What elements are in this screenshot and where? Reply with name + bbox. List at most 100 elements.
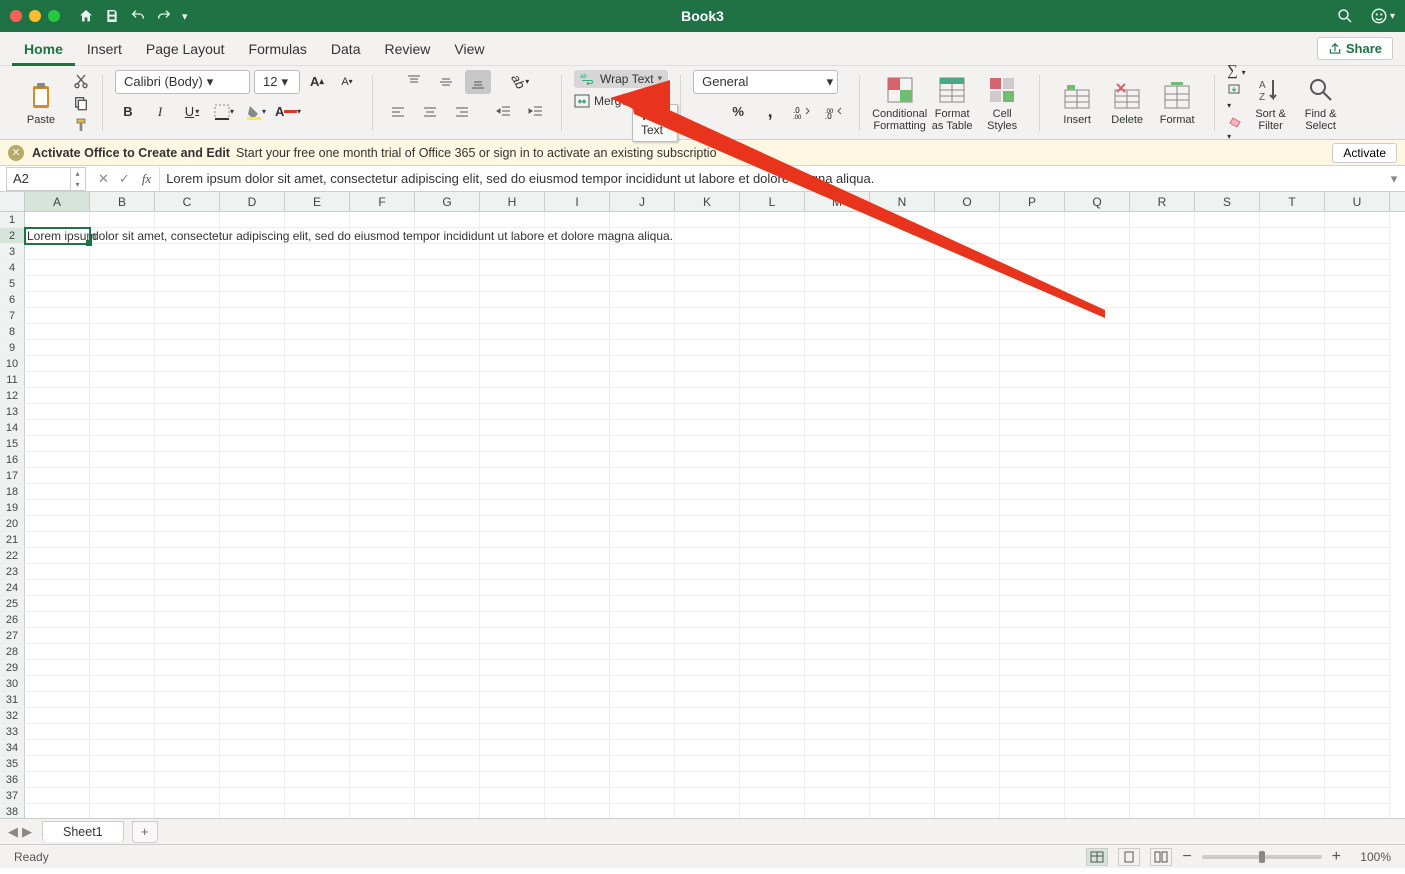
cell[interactable] [675, 324, 740, 340]
cell[interactable] [1195, 660, 1260, 676]
cell[interactable] [1065, 804, 1130, 818]
cell[interactable] [1260, 548, 1325, 564]
cell[interactable] [1325, 500, 1390, 516]
align-middle-icon[interactable] [433, 70, 459, 94]
cell[interactable] [155, 244, 220, 260]
cell[interactable] [220, 372, 285, 388]
italic-button[interactable]: I [147, 100, 173, 124]
cell[interactable] [870, 676, 935, 692]
cell[interactable] [90, 356, 155, 372]
cell[interactable] [675, 612, 740, 628]
cell[interactable] [350, 356, 415, 372]
cell[interactable] [415, 500, 480, 516]
cell[interactable] [610, 308, 675, 324]
cell[interactable] [805, 372, 870, 388]
cell[interactable] [480, 516, 545, 532]
cell[interactable] [155, 692, 220, 708]
cell[interactable] [25, 740, 90, 756]
cell[interactable] [1195, 516, 1260, 532]
cell[interactable] [350, 436, 415, 452]
cell[interactable] [220, 692, 285, 708]
cell[interactable] [1325, 356, 1390, 372]
cell[interactable] [1260, 708, 1325, 724]
cell[interactable] [1325, 724, 1390, 740]
cell[interactable] [220, 420, 285, 436]
cell[interactable] [285, 564, 350, 580]
cell[interactable] [1000, 596, 1065, 612]
cell[interactable] [415, 452, 480, 468]
cell[interactable] [1325, 292, 1390, 308]
cell[interactable] [870, 548, 935, 564]
cell[interactable] [155, 676, 220, 692]
cell[interactable] [935, 228, 1000, 244]
row-header[interactable]: 28 [0, 644, 25, 660]
cell[interactable] [415, 596, 480, 612]
cell[interactable] [1065, 644, 1130, 660]
cell[interactable] [1260, 356, 1325, 372]
cell[interactable] [285, 660, 350, 676]
cell[interactable] [90, 756, 155, 772]
cell[interactable] [1000, 228, 1065, 244]
cell[interactable] [350, 260, 415, 276]
cell[interactable] [155, 292, 220, 308]
cell[interactable] [480, 308, 545, 324]
cell[interactable] [870, 772, 935, 788]
cell[interactable] [1260, 788, 1325, 804]
cell[interactable] [1260, 532, 1325, 548]
cell[interactable] [350, 324, 415, 340]
cell[interactable] [935, 804, 1000, 818]
cell[interactable] [1195, 692, 1260, 708]
cell[interactable] [25, 628, 90, 644]
cell[interactable] [1130, 724, 1195, 740]
cell[interactable] [1065, 676, 1130, 692]
cell[interactable] [1325, 340, 1390, 356]
cell[interactable] [155, 484, 220, 500]
cell[interactable] [1325, 692, 1390, 708]
cell[interactable] [285, 580, 350, 596]
cell[interactable] [1000, 612, 1065, 628]
cell[interactable] [1260, 468, 1325, 484]
cell[interactable] [480, 468, 545, 484]
cell[interactable] [220, 724, 285, 740]
cell[interactable] [90, 660, 155, 676]
minimize-window-button[interactable] [29, 10, 41, 22]
row-header[interactable]: 3 [0, 244, 25, 260]
conditional-formatting-button[interactable]: Conditional Formatting [872, 71, 927, 135]
cell[interactable] [935, 500, 1000, 516]
cell[interactable] [740, 596, 805, 612]
cell[interactable] [90, 324, 155, 340]
cell[interactable] [350, 580, 415, 596]
cell[interactable] [90, 644, 155, 660]
cell[interactable] [285, 772, 350, 788]
cell[interactable] [675, 452, 740, 468]
cell[interactable] [1000, 356, 1065, 372]
cell[interactable] [805, 324, 870, 340]
cell[interactable] [805, 308, 870, 324]
cell[interactable] [1065, 612, 1130, 628]
row-header[interactable]: 7 [0, 308, 25, 324]
format-as-table-button[interactable]: Format as Table [927, 71, 977, 135]
cell[interactable] [740, 612, 805, 628]
cell[interactable] [90, 452, 155, 468]
cell[interactable] [220, 500, 285, 516]
cell[interactable] [415, 228, 480, 244]
cell[interactable] [1195, 484, 1260, 500]
cell[interactable] [480, 228, 545, 244]
cell[interactable] [610, 292, 675, 308]
row-header[interactable]: 37 [0, 788, 25, 804]
align-left-icon[interactable] [385, 100, 411, 124]
cell[interactable] [1130, 404, 1195, 420]
row-header[interactable]: 29 [0, 660, 25, 676]
cell[interactable] [805, 756, 870, 772]
cell[interactable] [740, 692, 805, 708]
cell[interactable] [675, 484, 740, 500]
cell[interactable] [545, 244, 610, 260]
cell[interactable] [740, 676, 805, 692]
row-header[interactable]: 11 [0, 372, 25, 388]
cell[interactable] [870, 644, 935, 660]
border-button[interactable]: ▾ [211, 100, 237, 124]
cell[interactable] [1260, 308, 1325, 324]
cell[interactable] [1195, 260, 1260, 276]
cell[interactable] [220, 228, 285, 244]
cell[interactable] [25, 756, 90, 772]
